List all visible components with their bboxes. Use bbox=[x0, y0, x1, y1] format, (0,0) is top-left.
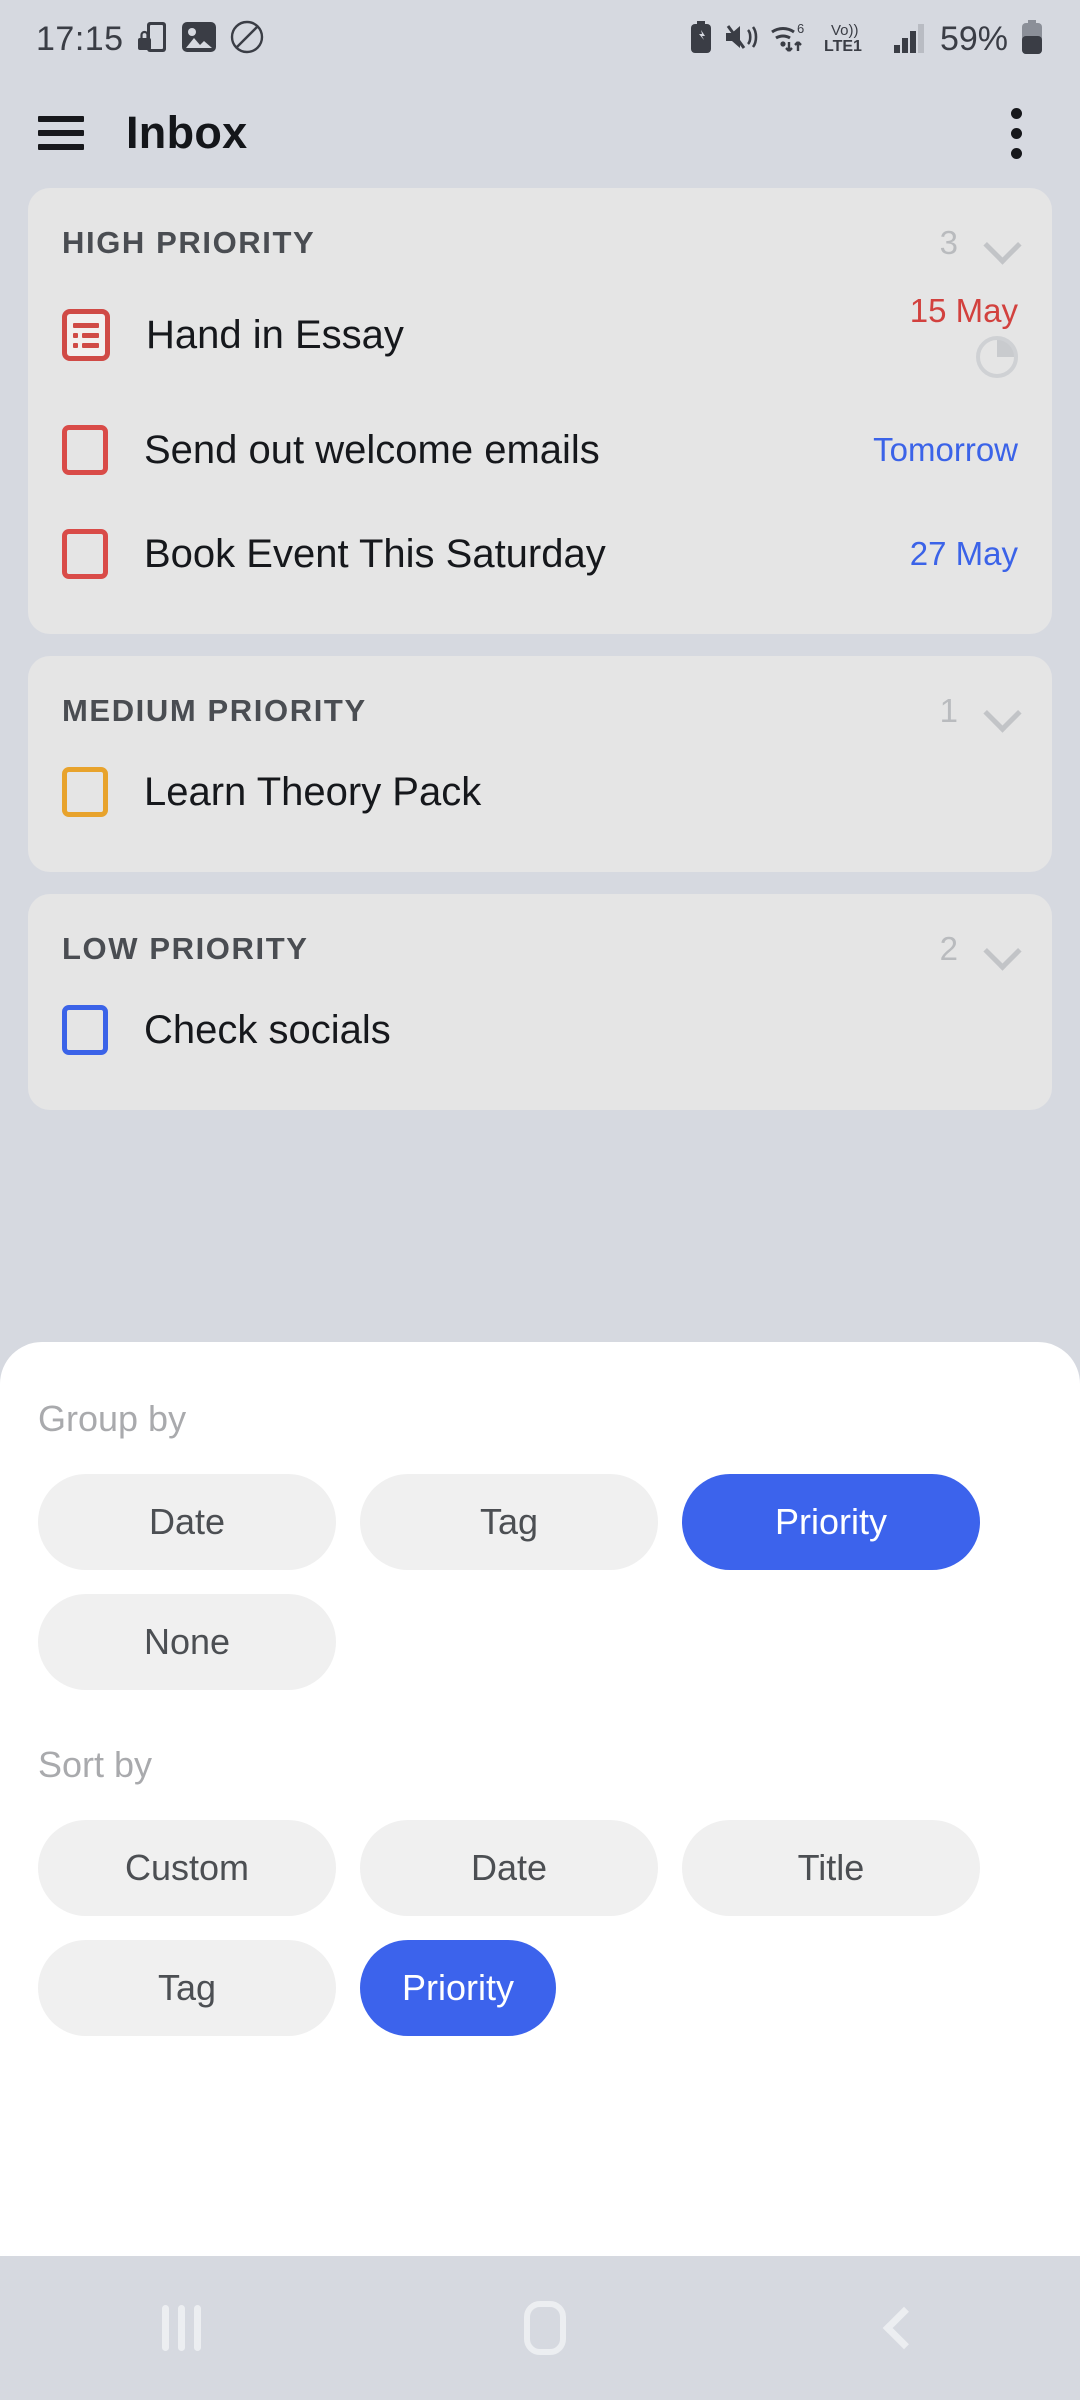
task-checkbox[interactable] bbox=[62, 1005, 108, 1055]
svg-text:Vo)): Vo)) bbox=[831, 22, 859, 39]
task-row[interactable]: Learn Theory Pack bbox=[28, 740, 1052, 844]
section-title: HIGH PRIORITY bbox=[62, 225, 316, 260]
phone-lock-icon bbox=[137, 20, 168, 59]
hamburger-icon[interactable] bbox=[38, 116, 84, 150]
task-title: Book Event This Saturday bbox=[144, 531, 606, 576]
task-row[interactable]: Book Event This Saturday 27 May bbox=[28, 502, 1052, 606]
task-due-date: 15 May bbox=[909, 292, 1018, 329]
task-meta: 15 May bbox=[858, 292, 1018, 378]
chevron-down-icon[interactable] bbox=[984, 226, 1018, 260]
hamburger-bar bbox=[38, 116, 84, 122]
subtask-list-icon[interactable] bbox=[62, 309, 110, 361]
section-count: 3 bbox=[939, 224, 958, 261]
section-header[interactable]: MEDIUM PRIORITY 1 bbox=[28, 656, 1052, 740]
task-row[interactable]: Hand in Essay 15 May bbox=[28, 272, 1052, 398]
dnd-icon bbox=[230, 20, 264, 59]
subtask-bar bbox=[82, 332, 99, 338]
task-meta: Tomorrow bbox=[858, 431, 1018, 469]
section-count: 1 bbox=[939, 692, 958, 729]
status-bar-right: 6 Vo)) LTE1 59% bbox=[690, 19, 1044, 59]
kebab-dot bbox=[1010, 127, 1022, 139]
priority-section-low: LOW PRIORITY 2 Check socials bbox=[28, 894, 1052, 1110]
priority-section-medium: MEDIUM PRIORITY 1 Learn Theory Pack bbox=[28, 656, 1052, 872]
signal-bars-icon bbox=[893, 21, 928, 58]
group-by-option-date[interactable]: Date bbox=[38, 1474, 336, 1570]
sort-group-bottom-sheet: Group by Date Tag Priority None Sort by … bbox=[0, 1342, 1080, 2256]
section-header[interactable]: HIGH PRIORITY 3 bbox=[28, 188, 1052, 272]
group-by-label: Group by bbox=[38, 1398, 187, 1439]
task-due-date: 27 May bbox=[909, 535, 1018, 572]
sort-by-option-title[interactable]: Title bbox=[682, 1820, 980, 1916]
task-due-date: Tomorrow bbox=[873, 431, 1018, 468]
battery-percent-label: 59% bbox=[939, 19, 1008, 58]
section-count: 2 bbox=[939, 930, 958, 967]
system-nav-bar bbox=[0, 2256, 1080, 2400]
subtask-line bbox=[73, 322, 99, 328]
subtask-bar bbox=[82, 342, 99, 348]
battery-icon bbox=[1020, 19, 1044, 59]
section-title: MEDIUM PRIORITY bbox=[62, 693, 367, 728]
app-bar: Inbox bbox=[0, 78, 1080, 188]
subtask-line bbox=[73, 332, 99, 338]
group-by-chip-group: Date Tag Priority None bbox=[38, 1474, 1042, 1690]
volte-lte1-icon: Vo)) LTE1 bbox=[824, 20, 882, 59]
sort-by-chip-group: Custom Date Title Tag Priority bbox=[38, 1820, 1042, 2036]
home-icon[interactable] bbox=[523, 2301, 566, 2355]
hamburger-bar bbox=[38, 144, 84, 150]
back-icon[interactable] bbox=[882, 2306, 925, 2350]
subtask-dot bbox=[73, 342, 78, 348]
recents-bar bbox=[161, 2305, 169, 2351]
chevron-down-icon[interactable] bbox=[984, 932, 1018, 966]
sort-by-option-priority[interactable]: Priority bbox=[360, 1940, 556, 2036]
task-list: HIGH PRIORITY 3 Hand in Essay 15 May Sen… bbox=[0, 188, 1080, 1110]
status-bar: 17:15 6 Vo)) LTE1 59% bbox=[0, 0, 1080, 78]
subtask-bar bbox=[73, 322, 99, 328]
group-by-option-priority[interactable]: Priority bbox=[682, 1474, 980, 1570]
sort-by-option-tag[interactable]: Tag bbox=[38, 1940, 336, 2036]
sort-by-label: Sort by bbox=[38, 1744, 153, 1785]
kebab-menu-icon[interactable] bbox=[990, 105, 1042, 161]
task-title: Send out welcome emails bbox=[144, 427, 600, 472]
task-title: Check socials bbox=[144, 1007, 391, 1052]
task-title: Hand in Essay bbox=[146, 312, 404, 357]
task-checkbox[interactable] bbox=[62, 425, 108, 475]
kebab-dot bbox=[1010, 147, 1022, 159]
chevron-down-icon[interactable] bbox=[984, 694, 1018, 728]
task-title: Learn Theory Pack bbox=[144, 769, 482, 814]
svg-text:LTE1: LTE1 bbox=[824, 38, 862, 54]
hamburger-bar bbox=[38, 130, 84, 136]
recents-bar bbox=[193, 2305, 201, 2351]
group-by-option-none[interactable]: None bbox=[38, 1594, 336, 1690]
task-row[interactable]: Check socials bbox=[28, 978, 1052, 1082]
status-bar-clock: 17:15 bbox=[36, 19, 124, 58]
page-title: Inbox bbox=[126, 107, 248, 158]
section-header[interactable]: LOW PRIORITY 2 bbox=[28, 894, 1052, 978]
group-by-option-tag[interactable]: Tag bbox=[360, 1474, 658, 1570]
gallery-icon bbox=[181, 21, 216, 57]
progress-pie-icon bbox=[976, 336, 1018, 378]
subtask-dot bbox=[73, 332, 78, 338]
sort-by-option-date[interactable]: Date bbox=[360, 1820, 658, 1916]
recents-icon[interactable] bbox=[161, 2305, 201, 2351]
recents-bar bbox=[177, 2305, 185, 2351]
svg-text:6: 6 bbox=[797, 21, 804, 36]
task-meta: 27 May bbox=[858, 535, 1018, 573]
task-row[interactable]: Send out welcome emails Tomorrow bbox=[28, 398, 1052, 502]
task-checkbox[interactable] bbox=[62, 767, 108, 817]
mute-vibrate-icon bbox=[724, 22, 758, 57]
kebab-dot bbox=[1010, 107, 1022, 119]
wifi-6-icon: 6 bbox=[770, 20, 812, 59]
status-bar-left: 17:15 bbox=[36, 20, 264, 59]
section-title: LOW PRIORITY bbox=[62, 931, 309, 966]
sort-by-option-custom[interactable]: Custom bbox=[38, 1820, 336, 1916]
priority-section-high: HIGH PRIORITY 3 Hand in Essay 15 May Sen… bbox=[28, 188, 1052, 634]
battery-saver-icon bbox=[690, 20, 712, 58]
task-checkbox[interactable] bbox=[62, 529, 108, 579]
subtask-line bbox=[73, 342, 99, 348]
